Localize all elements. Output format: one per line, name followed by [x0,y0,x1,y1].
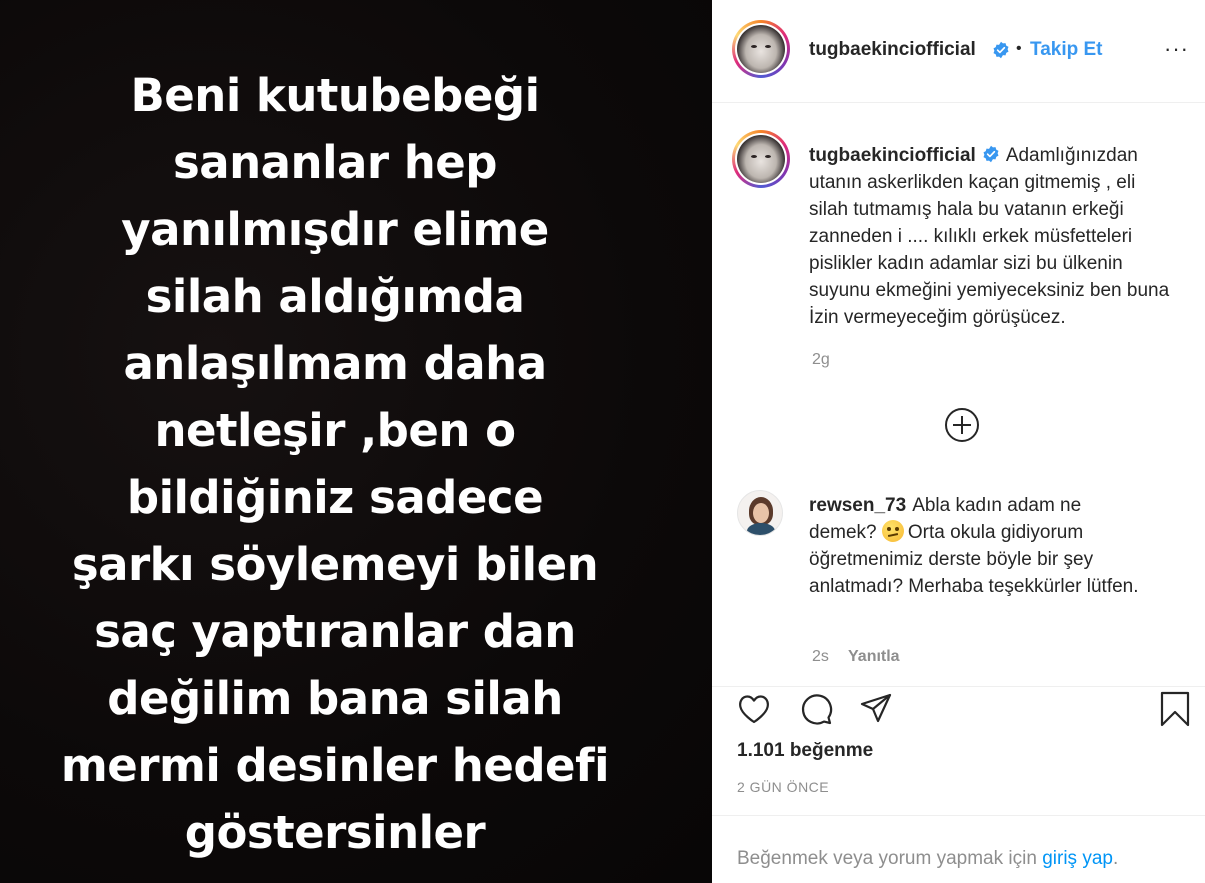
post-header: tugbaekinciofficial • Takip Et ··· [712,0,1205,103]
story-line: sananlar hep [172,136,498,189]
post-caption: tugbaekinciofficial Adamlığınızdan utanın… [809,142,1179,331]
story-line: saç yaptıranlar dan [94,605,576,658]
caption-text: Adamlığınızdan utanın askerlikden kaçan … [809,145,1170,328]
separator-dot: • [1016,40,1022,57]
author-username[interactable]: tugbaekinciofficial [809,39,976,61]
story-line: şarkı söylemeyi bilen [71,538,599,591]
story-line: silah aldığımda [145,270,525,323]
story-line: yanılmışdır elime [121,203,549,256]
bookmark-icon[interactable] [1157,691,1193,727]
post-date[interactable]: 2 GÜN ÖNCE [737,779,829,795]
comment-icon[interactable] [798,691,834,727]
story-line: göstersinler [184,806,486,859]
login-link[interactable]: giriş yap [1042,848,1113,869]
verified-badge-icon [993,41,1009,59]
story-line: Beni kutubebeği [130,69,540,122]
caption-timestamp[interactable]: 2g [812,351,830,369]
likes-count[interactable]: 1.101 beğenme [737,740,873,762]
follow-button[interactable]: Takip Et [1030,39,1103,61]
share-icon[interactable] [858,691,894,727]
profile-avatar-icon [737,135,785,183]
story-line: mermi desinler hedefi [60,739,610,792]
heart-icon[interactable] [736,691,772,727]
reply-button[interactable]: Yanıtla [848,648,900,666]
comment: rewsen_73 Abla kadın adam ne demek? Orta … [809,492,1149,600]
story-line: netleşir ,ben o [154,404,516,457]
plus-circle-icon[interactable] [944,407,980,443]
author-avatar[interactable] [732,20,790,78]
login-prompt: Beğenmek veya yorum yapmak için giriş ya… [712,815,1205,883]
login-prompt-text: Beğenmek veya yorum yapmak için giriş ya… [737,848,1118,870]
verified-badge-icon [983,145,999,163]
login-prompt-suffix: . [1112,848,1119,869]
action-bar [712,686,1205,732]
profile-avatar-icon [737,25,785,73]
comment-username[interactable]: rewsen_73 [809,495,906,516]
story-line: değilim bana silah [107,672,563,725]
caption-username[interactable]: tugbaekinciofficial [809,145,976,166]
post-side-panel: tugbaekinciofficial • Takip Et ··· tugba… [712,0,1205,883]
thinking-face-emoji-icon [881,520,904,542]
story-line: bildiğiniz sadece [126,471,544,524]
post-image: Beni kutubebeği sananlar hep yanılmışdır… [0,0,712,883]
comment-timestamp[interactable]: 2s [812,648,829,666]
caption-avatar[interactable] [732,130,790,188]
login-prompt-message: Beğenmek veya yorum yapmak için [737,848,1037,869]
more-options-icon[interactable]: ··· [1164,36,1189,62]
story-line: anlaşılmam daha [123,337,547,390]
commenter-avatar[interactable] [737,490,783,536]
